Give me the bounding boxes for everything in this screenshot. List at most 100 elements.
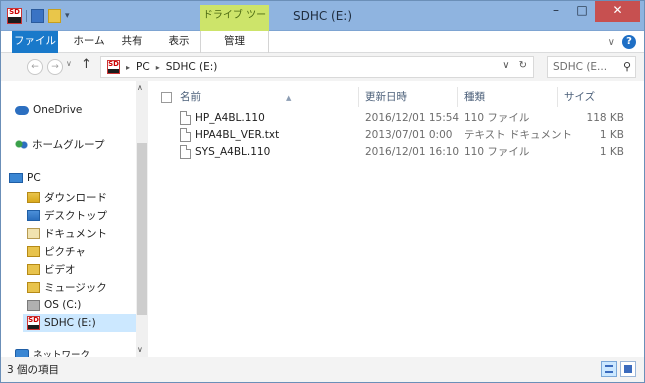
minimize-button[interactable]: – — [543, 1, 569, 22]
nav-item-label: OneDrive — [33, 104, 83, 116]
address-dropdown-icon[interactable]: ∨ — [502, 60, 509, 71]
sd-card-icon: SD — [107, 60, 120, 74]
nav-item-label: PC — [27, 172, 41, 184]
column-header-label: サイズ — [564, 91, 596, 103]
large-icons-view-icon[interactable] — [620, 361, 636, 377]
recent-locations-dropdown-icon[interactable]: ∨ — [66, 59, 72, 68]
quick-access-toolbar: SD ▾ — [7, 8, 70, 24]
contextual-tab-drive-tools[interactable]: ドライブ ツール — [200, 5, 269, 43]
new-folder-icon[interactable] — [48, 9, 61, 23]
file-name: SYS_A4BL.110 — [195, 146, 271, 158]
nav-item-label: ホームグループ — [32, 138, 105, 151]
search-input[interactable]: SDHC (E... ⚲ — [547, 56, 636, 78]
nav-item-label: ドキュメント — [44, 227, 107, 240]
scroll-down-icon[interactable]: ∨ — [137, 345, 143, 354]
up-arrow-icon[interactable]: ↑ — [81, 57, 92, 72]
drive-c-icon — [27, 299, 40, 311]
nav-item-label: ビデオ — [44, 263, 76, 276]
breadcrumb-separator-icon[interactable]: ▸ — [156, 63, 160, 72]
address-right-controls: ∨ ↻ — [502, 60, 527, 71]
details-view-icon[interactable] — [601, 361, 617, 377]
column-header-name[interactable]: ▲ 名前 — [174, 87, 359, 107]
nav-item-documents[interactable]: ドキュメント — [27, 224, 107, 242]
explorer-window: SD ▾ ドライブ ツール SDHC (E:) – □ ✕ ファイル ホーム 共… — [0, 0, 645, 383]
nav-item-sdhc-e[interactable]: SD SDHC (E:) — [23, 314, 136, 332]
nav-item-label: OS (C:) — [44, 299, 82, 311]
nav-item-pictures[interactable]: ピクチャ — [27, 242, 86, 260]
file-list[interactable]: ▲ 名前 更新日時 種類 サイズ HP_A4BL.110 2016/12/01 … — [148, 81, 644, 357]
videos-folder-icon — [27, 263, 40, 275]
window-controls: – □ ✕ — [543, 1, 640, 22]
file-row[interactable]: HP_A4BL.110 2016/12/01 15:54 110 ファイル 11… — [148, 109, 628, 127]
view-switcher — [601, 361, 636, 377]
address-bar[interactable]: SD ▸ PC ▸ SDHC (E:) ∨ ↻ — [100, 56, 534, 78]
column-header-modified[interactable]: 更新日時 — [359, 87, 458, 107]
column-header-type[interactable]: 種類 — [458, 87, 558, 107]
nav-item-label: ピクチャ — [44, 245, 86, 258]
scroll-up-icon[interactable]: ∧ — [137, 83, 143, 92]
nav-item-label: デスクトップ — [44, 209, 107, 222]
select-all-checkbox[interactable] — [161, 92, 172, 103]
nav-item-onedrive[interactable]: OneDrive — [15, 101, 82, 119]
properties-icon[interactable] — [31, 9, 44, 23]
pictures-folder-icon — [27, 245, 40, 257]
pc-icon — [9, 173, 23, 183]
tab-view[interactable]: 表示 — [161, 31, 197, 53]
documents-folder-icon — [27, 227, 40, 239]
file-row[interactable]: HPA4BL_VER.txt 2013/07/01 0:00 テキスト ドキュメ… — [148, 126, 628, 144]
qat-dropdown-icon[interactable]: ▾ — [65, 11, 70, 21]
nav-item-desktop[interactable]: デスクトップ — [27, 206, 107, 224]
file-name: HPA4BL_VER.txt — [195, 129, 280, 141]
help-icon[interactable]: ? — [622, 35, 636, 49]
close-button[interactable]: ✕ — [595, 1, 640, 22]
navigation-bar: ← → ∨ ↑ SD ▸ PC ▸ SDHC (E:) ∨ ↻ SDHC (E.… — [1, 53, 644, 81]
file-modified: 2013/07/01 0:00 — [365, 129, 453, 141]
file-size: 1 KB — [599, 146, 624, 158]
search-placeholder: SDHC (E... — [553, 61, 608, 73]
nav-item-videos[interactable]: ビデオ — [27, 260, 76, 278]
nav-item-pc[interactable]: PC — [9, 169, 41, 187]
ribbon-right-controls: ∨ ? — [608, 35, 636, 49]
text-file-icon — [180, 128, 191, 142]
status-bar: 3 個の項目 — [1, 357, 644, 382]
nav-item-label: ミュージック — [44, 281, 107, 294]
forward-button[interactable]: → — [47, 59, 63, 75]
nav-item-music[interactable]: ミュージック — [27, 278, 107, 296]
file-name: HP_A4BL.110 — [195, 112, 265, 124]
tab-manage[interactable]: 管理 — [200, 31, 269, 53]
nav-item-homegroup[interactable]: ホームグループ — [15, 135, 105, 153]
chevron-down-icon[interactable]: ∨ — [608, 37, 615, 48]
file-type: テキスト ドキュメント — [464, 129, 573, 141]
title-bar[interactable]: SD ▾ ドライブ ツール SDHC (E:) – □ ✕ — [1, 1, 644, 43]
sort-ascending-icon: ▲ — [286, 94, 292, 102]
scrollbar-thumb[interactable] — [137, 143, 147, 315]
qat-separator — [26, 10, 27, 22]
tab-share[interactable]: 共有 — [117, 31, 147, 53]
sd-card-icon: SD — [27, 316, 40, 330]
column-header-label: 更新日時 — [365, 91, 407, 103]
downloads-folder-icon — [27, 191, 40, 203]
file-modified: 2016/12/01 15:54 — [365, 112, 460, 124]
nav-item-downloads[interactable]: ダウンロード — [27, 188, 107, 206]
maximize-button[interactable]: □ — [569, 1, 595, 22]
column-header-size[interactable]: サイズ — [558, 87, 630, 107]
navigation-pane[interactable]: OneDrive ホームグループ PC ダウンロード デスクトップ ドキュメント… — [1, 81, 148, 361]
breadcrumb-separator-icon[interactable]: ▸ — [126, 63, 130, 72]
nav-item-os-c[interactable]: OS (C:) — [27, 296, 81, 314]
refresh-icon[interactable]: ↻ — [519, 60, 527, 71]
homegroup-icon — [15, 138, 28, 150]
navigation-pane-scrollbar[interactable]: ∧ ∨ — [136, 81, 148, 357]
breadcrumb-pc[interactable]: PC — [136, 61, 150, 73]
file-modified: 2016/12/01 16:10 — [365, 146, 460, 158]
desktop-folder-icon — [27, 209, 40, 221]
breadcrumb-sdhc[interactable]: SDHC (E:) — [166, 61, 218, 73]
back-button[interactable]: ← — [27, 59, 43, 75]
onedrive-icon — [15, 105, 29, 115]
tab-file[interactable]: ファイル — [12, 31, 58, 53]
search-icon[interactable]: ⚲ — [623, 57, 631, 77]
file-row[interactable]: SYS_A4BL.110 2016/12/01 16:10 110 ファイル 1… — [148, 143, 628, 161]
file-type: 110 ファイル — [464, 146, 530, 158]
file-type: 110 ファイル — [464, 112, 530, 124]
sd-card-icon[interactable]: SD — [7, 8, 22, 24]
tab-home[interactable]: ホーム — [69, 31, 109, 53]
